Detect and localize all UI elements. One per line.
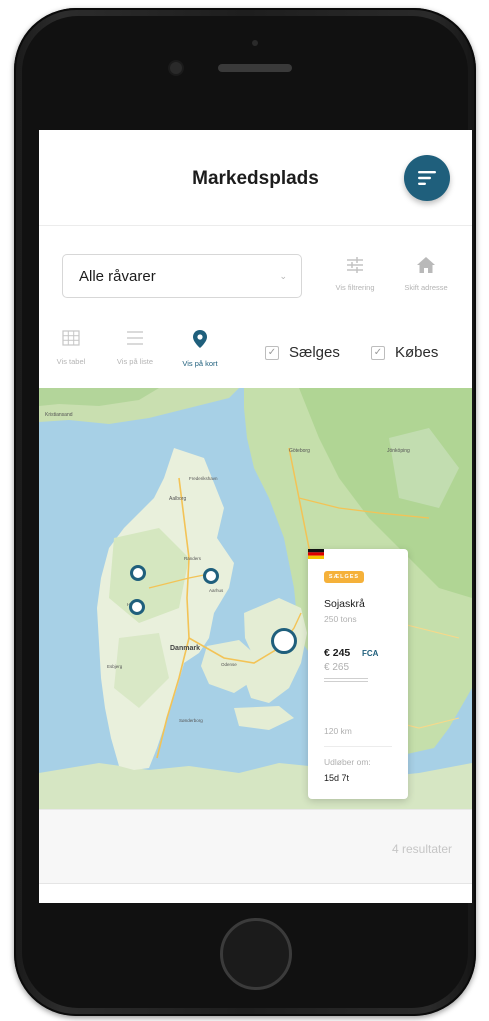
front-camera: [170, 62, 182, 74]
checkmark-icon: ✓: [371, 345, 385, 360]
divider: [324, 746, 392, 747]
status-badge: SÆLGES: [324, 571, 364, 583]
map-pin-icon: [193, 330, 207, 348]
filter-lines-icon: [418, 171, 436, 185]
expires-value: 15d 7t: [324, 773, 350, 783]
sell-label: Sælges: [289, 344, 340, 361]
map-label: Odense: [221, 662, 237, 667]
offer-price: € 245: [324, 647, 351, 659]
map-label: Sønderborg: [179, 718, 203, 723]
show-filter-label: Vis filtrering: [335, 283, 375, 292]
divider: [324, 681, 368, 682]
menu-button[interactable]: [404, 155, 450, 201]
sell-checkbox[interactable]: ✓ Sælges: [265, 344, 340, 361]
select-value: Alle råvarer: [79, 268, 156, 285]
map-label: Aalborg: [169, 496, 186, 502]
app-header: Markedsplads: [39, 130, 472, 226]
map-marker[interactable]: [129, 599, 145, 615]
change-address-label: Skift adresse: [404, 283, 448, 292]
filter-controls: Alle råvarer ⌄ Vis filtrering Skift adre…: [39, 226, 472, 388]
offer-title: Sojaskrå: [324, 598, 365, 610]
buy-label: Købes: [395, 344, 439, 361]
sliders-icon: [347, 257, 363, 273]
map-label: Kristiansand: [45, 412, 73, 418]
map-label: Aarhus: [209, 588, 224, 593]
germany-flag-icon: [308, 549, 324, 559]
expires-label: Udløber om:: [324, 757, 371, 767]
map-label: Frederikshavn: [189, 476, 218, 481]
map-view[interactable]: Kristiansand Göteborg Jönköping Frederik…: [39, 388, 472, 809]
map-marker-selected[interactable]: [271, 628, 297, 654]
map-marker[interactable]: [130, 565, 146, 581]
view-list-label: Vis på liste: [116, 357, 154, 366]
offer-card[interactable]: SÆLGES Sojaskrå 250 tons € 245 FCA € 265…: [308, 549, 408, 799]
raw-material-select[interactable]: Alle råvarer ⌄: [62, 254, 302, 298]
view-table-tab[interactable]: Vis tabel: [39, 330, 106, 366]
offer-amount: 250 tons: [324, 614, 357, 624]
checkmark-icon: ✓: [265, 345, 279, 360]
show-filter-button[interactable]: Vis filtrering: [320, 256, 390, 292]
list-icon: [127, 331, 143, 345]
view-table-label: Vis tabel: [56, 357, 86, 366]
map-label: Esbjerg: [107, 664, 123, 669]
app-screen: Markedsplads Alle råvarer ⌄ Vis filtreri: [39, 130, 472, 903]
old-price: € 265: [324, 662, 350, 673]
home-icon: [417, 257, 435, 273]
offer-distance: 120 km: [324, 726, 352, 736]
home-button[interactable]: [220, 918, 292, 990]
buy-checkbox[interactable]: ✓ Købes: [371, 344, 438, 361]
results-count: 4 resultater: [391, 842, 452, 856]
map-marker[interactable]: [203, 568, 219, 584]
earpiece-speaker: [218, 64, 292, 72]
price-term: FCA: [362, 649, 379, 658]
proximity-sensor: [252, 40, 258, 46]
map-label: Randers: [184, 556, 202, 561]
map-label: Göteborg: [289, 448, 310, 454]
view-map-tab[interactable]: Vis på kort: [165, 330, 235, 368]
change-address-button[interactable]: Skift adresse: [391, 256, 461, 292]
grid-icon: [62, 330, 80, 346]
chevron-down-icon: ⌄: [279, 271, 287, 281]
bottom-strip: [39, 883, 472, 903]
view-list-tab[interactable]: Vis på liste: [100, 330, 170, 366]
map-label: Jönköping: [387, 448, 410, 454]
map-label: Danmark: [170, 645, 200, 652]
results-bar: 4 resultater: [39, 809, 472, 884]
divider: [324, 678, 368, 679]
view-map-label: Vis på kort: [182, 359, 218, 368]
